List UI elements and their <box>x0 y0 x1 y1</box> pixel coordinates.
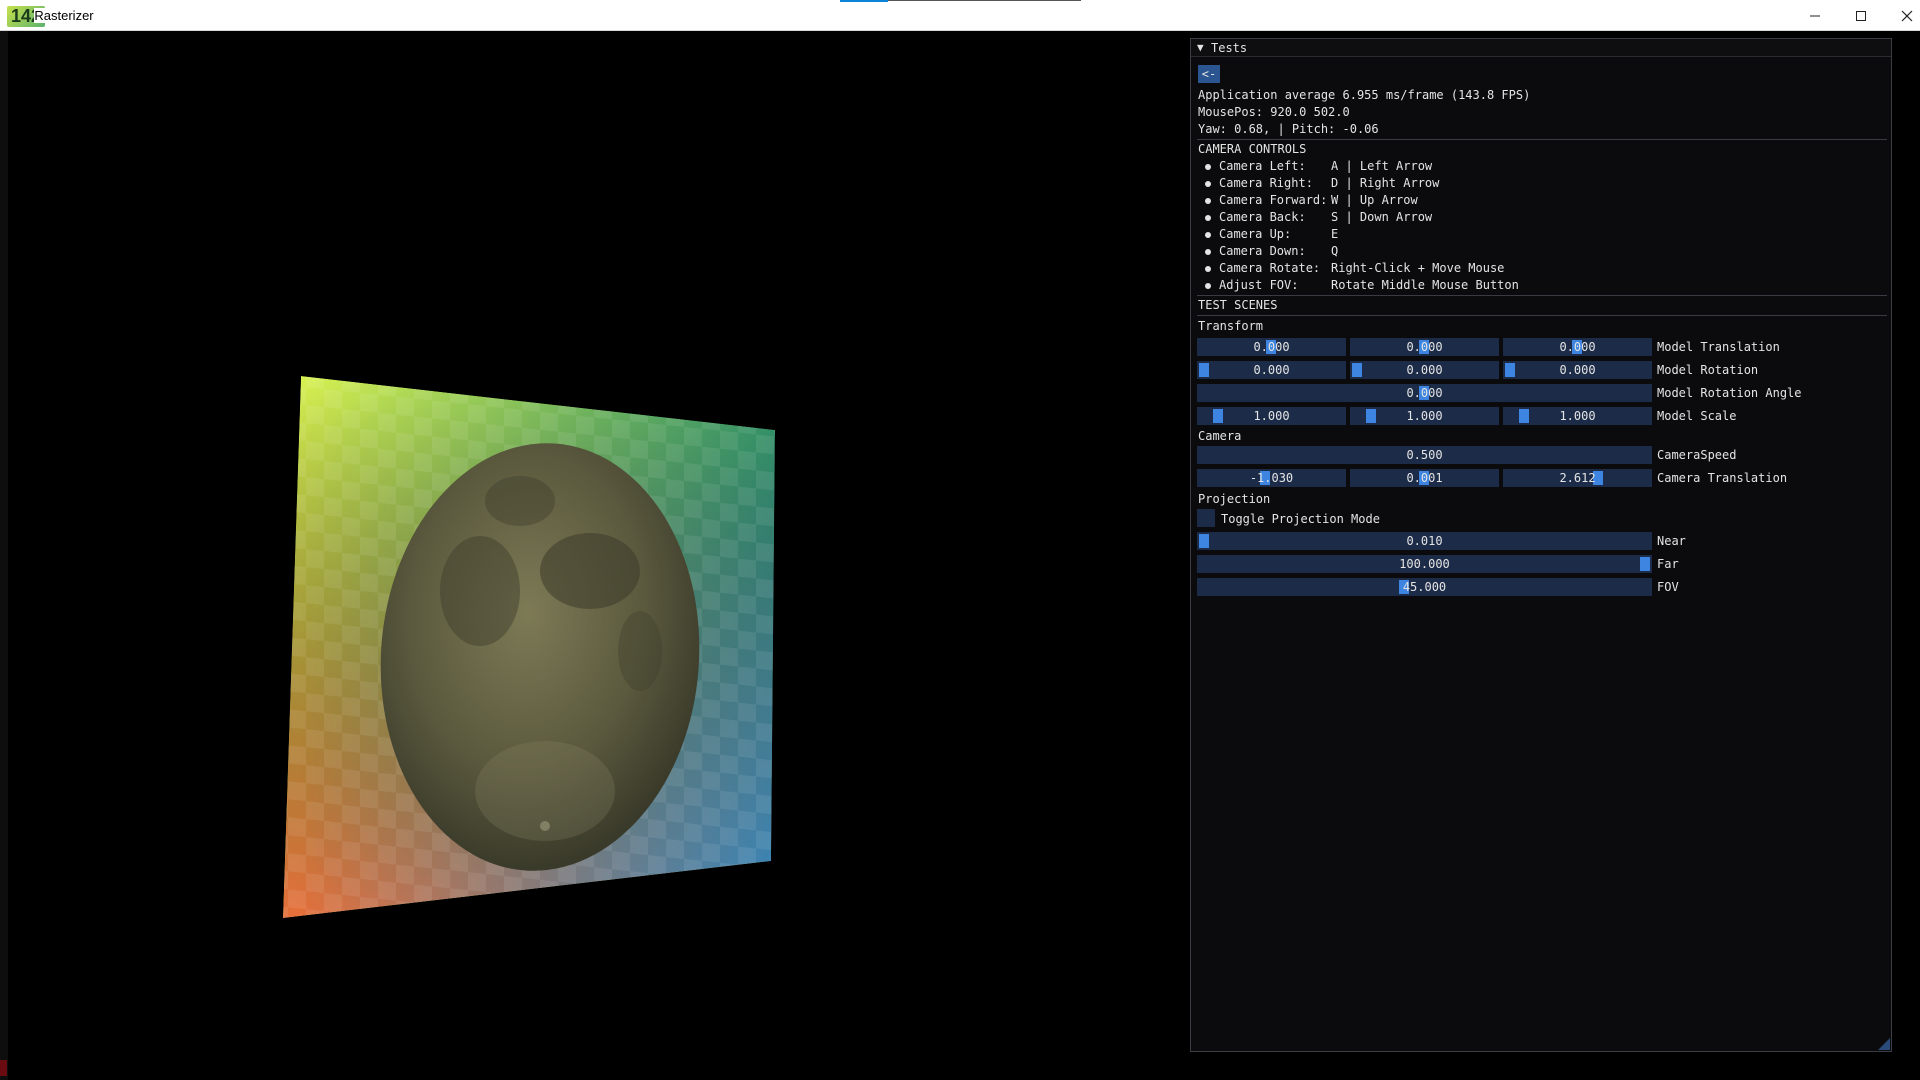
camera-speed-label: CameraSpeed <box>1657 448 1737 462</box>
model-scale-label: Model Scale <box>1657 409 1737 423</box>
resize-grip-icon[interactable] <box>1878 1038 1890 1050</box>
control-keys: W | Up Arrow <box>1331 193 1418 207</box>
slider-value: 0.000 <box>1559 340 1596 354</box>
control-action: Camera Forward: <box>1219 193 1328 207</box>
fov-label: FOV <box>1657 580 1679 594</box>
model-scale-z-slider[interactable]: 1.000 <box>1503 407 1652 425</box>
projection-heading: Projection <box>1198 492 1271 506</box>
control-keys: Q <box>1331 244 1339 258</box>
slider-value: 0.000 <box>1406 386 1443 400</box>
slider-value: 0.000 <box>1253 363 1290 377</box>
close-button[interactable] <box>1884 0 1920 31</box>
minimize-icon <box>1810 15 1820 16</box>
near-label: Near <box>1657 534 1686 548</box>
slider-value: 1.000 <box>1406 409 1443 423</box>
fov-slider[interactable]: 45.000 <box>1197 578 1652 596</box>
slider-value: 0.010 <box>1406 534 1443 548</box>
control-action: Camera Up: <box>1219 227 1292 241</box>
title-bar[interactable]: 142 RRasterizer <box>0 0 1920 31</box>
camera-translation-label: Camera Translation <box>1657 471 1788 485</box>
slider-value: 0.000 <box>1406 363 1443 377</box>
maximize-button[interactable] <box>1838 0 1884 31</box>
control-keys: D | Right Arrow <box>1331 176 1440 190</box>
slider-value: 0.500 <box>1406 448 1443 462</box>
model-rotation-angle-label: Model Rotation Angle <box>1657 386 1802 400</box>
control-action: Camera Back: <box>1219 210 1306 224</box>
model-rotation-y-slider[interactable]: 0.000 <box>1350 361 1499 379</box>
bullet-icon <box>1205 215 1211 221</box>
camera-translation-z-slider[interactable]: 2.612 <box>1503 469 1652 487</box>
toggle-projection-checkbox[interactable] <box>1197 509 1215 527</box>
bullet-icon <box>1205 283 1211 289</box>
bullet-icon <box>1205 249 1211 255</box>
separator <box>1197 315 1887 316</box>
toggle-projection-label: Toggle Projection Mode <box>1221 512 1380 526</box>
collapse-arrow-icon[interactable]: ▼ <box>1197 41 1204 54</box>
slider-value: 1.000 <box>1253 409 1290 423</box>
back-button[interactable]: <- <box>1198 65 1220 83</box>
control-keys: Rotate Middle Mouse Button <box>1331 278 1519 292</box>
slider-value: 0.000 <box>1559 363 1596 377</box>
model-rotation-angle-slider[interactable]: 0.000 <box>1197 384 1652 402</box>
taskbar-focus-indicator <box>840 0 888 2</box>
camera-translation-y-slider[interactable]: 0.001 <box>1350 469 1499 487</box>
maximize-icon <box>1856 10 1866 21</box>
camera-controls-heading: CAMERA CONTROLS <box>1198 142 1307 156</box>
camera-heading: Camera <box>1198 429 1242 443</box>
yaw-pitch: Yaw: 0.68, | Pitch: -0.06 <box>1198 122 1379 136</box>
model-translation-z-slider[interactable]: 0.000 <box>1503 338 1652 356</box>
left-edge-marker <box>0 1060 7 1076</box>
control-keys: S | Down Arrow <box>1331 210 1433 224</box>
control-action: Adjust FOV: <box>1219 278 1299 292</box>
camera-speed-slider[interactable]: 0.500 <box>1197 446 1652 464</box>
transform-heading: Transform <box>1198 319 1264 333</box>
slider-value: 0.001 <box>1406 471 1443 485</box>
control-action: Camera Rotate: <box>1219 261 1321 275</box>
control-keys: A | Left Arrow <box>1331 159 1433 173</box>
slider-value: 2.612 <box>1559 471 1596 485</box>
separator <box>1197 295 1887 296</box>
minimize-button[interactable] <box>1792 0 1838 31</box>
panel-header[interactable]: ▼ Tests <box>1191 39 1891 57</box>
bullet-icon <box>1205 198 1211 204</box>
slider-value: 0.000 <box>1406 340 1443 354</box>
model-translation-label: Model Translation <box>1657 340 1780 354</box>
model-rotation-z-slider[interactable]: 0.000 <box>1503 361 1652 379</box>
bullet-icon <box>1205 232 1211 238</box>
left-edge-strip <box>0 31 8 1080</box>
model-translation-y-slider[interactable]: 0.000 <box>1350 338 1499 356</box>
slider-value: 100.000 <box>1399 557 1450 571</box>
slider-value: 0.000 <box>1253 340 1290 354</box>
model-rotation-x-slider[interactable]: 0.000 <box>1197 361 1346 379</box>
far-slider[interactable]: 100.000 <box>1197 555 1652 573</box>
bullet-icon <box>1205 181 1211 187</box>
separator <box>1197 139 1887 140</box>
slider-value: -1.030 <box>1249 471 1294 485</box>
title-divider <box>888 0 1081 1</box>
close-icon <box>1901 10 1913 21</box>
model-rotation-label: Model Rotation <box>1657 363 1759 377</box>
tests-panel[interactable]: ▼ Tests <- Application average 6.955 ms/… <box>1190 38 1892 1052</box>
panel-title: Tests <box>1211 41 1248 55</box>
far-label: Far <box>1657 557 1679 571</box>
bullet-icon <box>1205 164 1211 170</box>
control-action: Camera Left: <box>1219 159 1306 173</box>
bullet-icon <box>1205 266 1211 272</box>
mouse-pos: MousePos: 920.0 502.0 <box>1198 105 1350 119</box>
control-action: Camera Down: <box>1219 244 1306 258</box>
slider-value: 1.000 <box>1559 409 1596 423</box>
slider-value: 45.000 <box>1402 580 1447 594</box>
test-scenes-heading: TEST SCENES <box>1198 298 1278 312</box>
control-action: Camera Right: <box>1219 176 1313 190</box>
control-keys: Right-Click + Move Mouse <box>1331 261 1505 275</box>
model-scale-x-slider[interactable]: 1.000 <box>1197 407 1346 425</box>
control-keys: E <box>1331 227 1339 241</box>
window-title: RRasterizer <box>34 7 94 24</box>
camera-translation-x-slider[interactable]: -1.030 <box>1197 469 1346 487</box>
window-title-text: Rasterizer <box>34 8 94 23</box>
near-slider[interactable]: 0.010 <box>1197 532 1652 550</box>
model-scale-y-slider[interactable]: 1.000 <box>1350 407 1499 425</box>
frame-stats: Application average 6.955 ms/frame (143.… <box>1198 88 1531 102</box>
model-translation-x-slider[interactable]: 0.000 <box>1197 338 1346 356</box>
